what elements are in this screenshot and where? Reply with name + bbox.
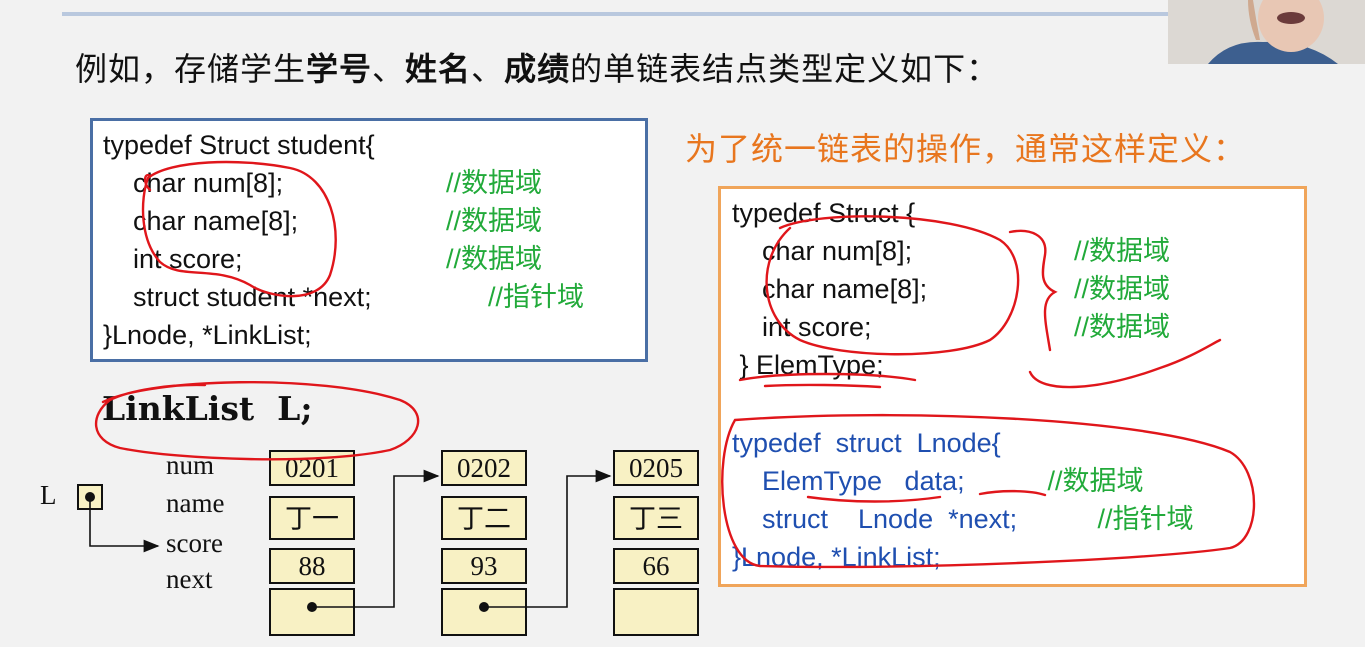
overlay-drawings xyxy=(89,160,1256,608)
head-arrow xyxy=(89,497,160,553)
arrow-node1-node2 xyxy=(312,469,440,608)
slide: 例如，存储学生学号、姓名、成绩的单链表结点类型定义如下： 为了统一链表的操作，通… xyxy=(0,0,1365,647)
arrow-node2-node3 xyxy=(484,469,612,608)
handwritten-annotations xyxy=(95,160,1256,569)
